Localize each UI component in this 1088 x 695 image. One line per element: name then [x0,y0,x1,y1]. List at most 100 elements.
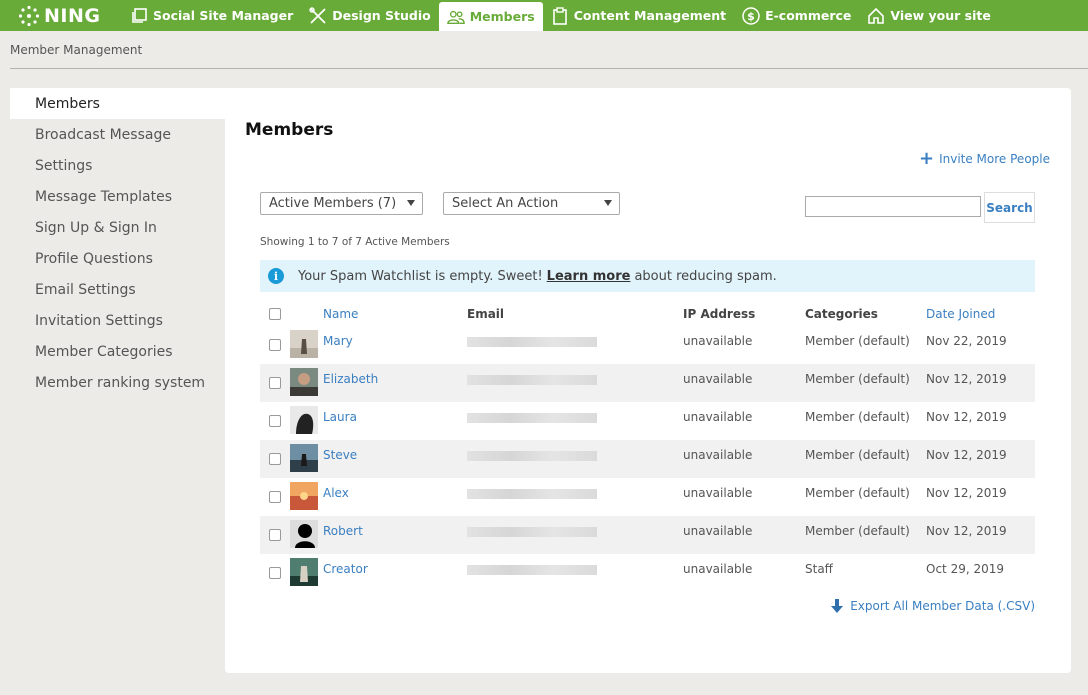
avatar[interactable] [290,405,318,434]
column-ip-address: IP Address [683,307,756,321]
member-filter-value: Active Members (7) [269,196,397,211]
table-row: Laura unavailable Member (default) Nov 1… [260,402,1035,440]
member-name-link[interactable]: Alex [323,486,349,500]
avatar[interactable] [290,443,318,472]
avatar[interactable] [290,367,318,396]
member-name-link[interactable]: Laura [323,410,357,424]
top-nav: NING Social Site Manager Design Studio M… [0,0,1088,31]
column-categories: Categories [805,307,878,321]
nav-view-site[interactable]: View your site [859,0,998,31]
ip-address: unavailable [683,524,753,538]
sidebar-item-email-settings[interactable]: Email Settings [10,274,226,305]
nav-label: Social Site Manager [153,8,294,23]
column-date-joined[interactable]: Date Joined [926,307,1035,321]
email-redacted [467,527,597,537]
avatar[interactable] [290,481,318,510]
avatar[interactable] [290,557,318,586]
member-filter-select[interactable]: Active Members (7) [260,192,423,215]
member-category: Member (default) [805,372,910,386]
nav-ecommerce[interactable]: $ E-commerce [734,0,859,31]
row-checkbox[interactable] [269,491,281,503]
page-title: Members [245,120,334,140]
breadcrumb-text: Member Management [10,42,143,57]
dropdown-arrow-icon [407,200,415,206]
avatar[interactable] [290,519,318,548]
email-redacted [467,565,597,575]
row-checkbox[interactable] [269,567,281,579]
sidebar-item-invitation-settings[interactable]: Invitation Settings [10,305,226,336]
ning-logo[interactable]: NING [0,0,122,31]
member-name-link[interactable]: Creator [323,562,368,576]
date-joined: Nov 12, 2019 [926,486,1007,500]
member-category: Member (default) [805,410,910,424]
member-name-link[interactable]: Mary [323,334,353,348]
export-label: Export All Member Data (.CSV) [850,599,1035,613]
sidebar-item-profile-questions[interactable]: Profile Questions [10,243,226,274]
sidebar: Members Broadcast Message Settings Messa… [10,88,226,398]
spam-watchlist-notice: i Your Spam Watchlist is empty. Sweet! L… [260,260,1035,292]
ip-address: unavailable [683,448,753,462]
invite-label: Invite More People [939,152,1050,166]
action-select-value: Select An Action [452,196,559,211]
date-joined: Nov 12, 2019 [926,410,1007,424]
action-select[interactable]: Select An Action [443,192,620,215]
email-redacted [467,337,597,347]
row-checkbox[interactable] [269,339,281,351]
ip-address: unavailable [683,334,753,348]
email-redacted [467,451,597,461]
sidebar-item-members[interactable]: Members [10,88,226,119]
email-redacted [467,413,597,423]
nav-design-studio[interactable]: Design Studio [301,0,438,31]
svg-text:$: $ [747,10,755,23]
sidebar-item-broadcast-message[interactable]: Broadcast Message [10,119,226,150]
member-category: Member (default) [805,524,910,538]
date-joined: Nov 12, 2019 [926,448,1007,462]
email-redacted [467,489,597,499]
copy-icon [130,7,148,25]
row-checkbox[interactable] [269,529,281,541]
notice-text-after: about reducing spam. [634,268,777,284]
export-member-data-link[interactable]: Export All Member Data (.CSV) [830,598,1035,614]
logo-text: NING [44,4,101,27]
sidebar-item-member-categories[interactable]: Member Categories [10,336,226,367]
table-row: Creator unavailable Staff Oct 29, 2019 [260,554,1035,592]
member-category: Member (default) [805,486,910,500]
nav-members[interactable]: Members [438,2,543,31]
member-name-link[interactable]: Robert [323,524,363,538]
sidebar-item-message-templates[interactable]: Message Templates [10,181,226,212]
ip-address: unavailable [683,486,753,500]
tools-icon [309,6,327,25]
member-category: Member (default) [805,448,910,462]
nav-label: Members [469,9,535,24]
learn-more-link[interactable]: Learn more [547,269,631,284]
members-table: Name Email IP Address Categories Date Jo… [260,302,1035,592]
avatar[interactable] [290,329,318,358]
row-checkbox[interactable] [269,453,281,465]
invite-more-people-link[interactable]: + Invite More People [918,148,1050,169]
member-name-link[interactable]: Steve [323,448,357,462]
column-email: Email [467,307,505,321]
date-joined: Nov 12, 2019 [926,372,1007,386]
clipboard-icon [551,6,569,25]
sidebar-item-member-ranking[interactable]: Member ranking system [10,367,226,398]
table-row: Elizabeth unavailable Member (default) N… [260,364,1035,402]
search-input[interactable] [805,196,981,217]
date-joined: Nov 12, 2019 [926,524,1007,538]
table-header: Name Email IP Address Categories Date Jo… [260,302,1035,326]
download-arrow-icon [831,599,844,613]
date-joined: Oct 29, 2019 [926,562,1004,576]
main-panel: Members + Invite More People Active Memb… [225,88,1071,673]
select-all-checkbox[interactable] [269,308,281,320]
sidebar-item-sign-up-sign-in[interactable]: Sign Up & Sign In [10,212,226,243]
sidebar-item-settings[interactable]: Settings [10,150,226,181]
row-checkbox[interactable] [269,377,281,389]
row-checkbox[interactable] [269,415,281,427]
nav-content-management[interactable]: Content Management [543,0,734,31]
member-name-link[interactable]: Elizabeth [323,372,378,386]
nav-social-site-manager[interactable]: Social Site Manager [122,0,301,31]
notice-text-before: Your Spam Watchlist is empty. Sweet! [298,268,543,284]
column-name[interactable]: Name [323,307,467,321]
search-button[interactable]: Search [984,192,1035,223]
breadcrumb: Member Management [10,31,1088,69]
plus-icon: + [918,148,935,169]
